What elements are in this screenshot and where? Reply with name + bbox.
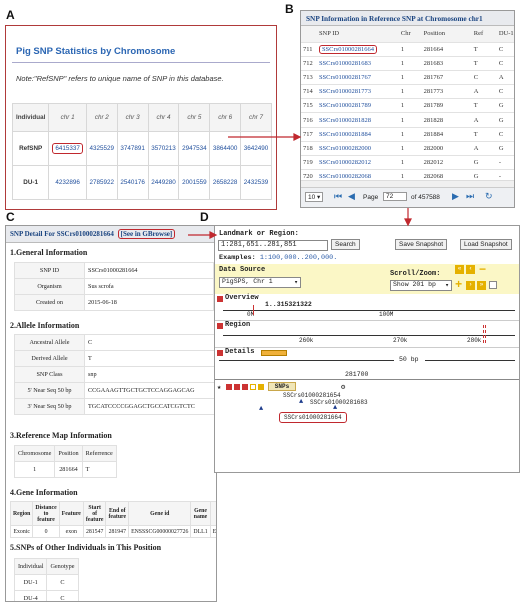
arrow-head: [209, 231, 218, 239]
arrow-head: [293, 133, 302, 141]
arrow-head: [404, 218, 412, 227]
connector-arrows: [188, 133, 412, 239]
